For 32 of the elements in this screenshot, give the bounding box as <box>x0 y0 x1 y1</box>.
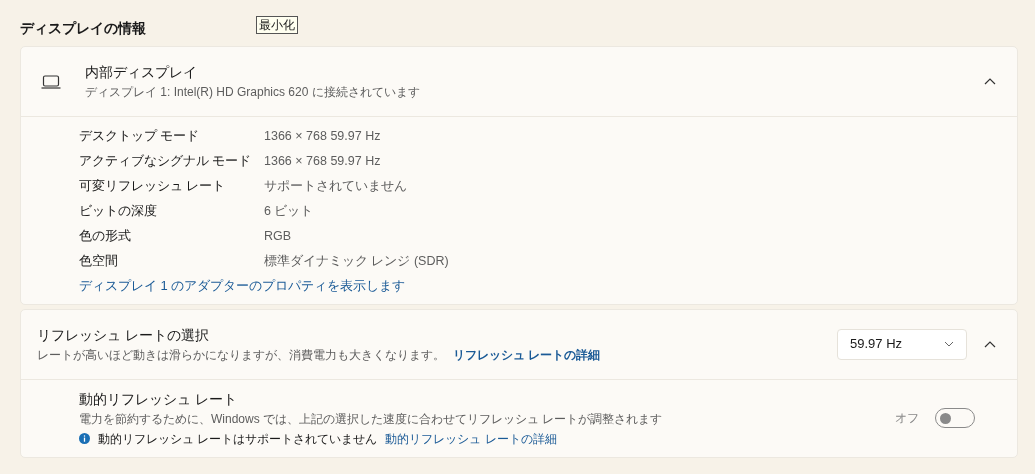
laptop-icon <box>41 74 61 89</box>
property-label: 可変リフレッシュ レート <box>79 178 227 196</box>
property-value: 6 ビット <box>264 203 314 221</box>
tooltip: 最小化 <box>256 16 298 34</box>
property-label: 色の形式 <box>79 228 132 246</box>
info-message: 動的リフレッシュ レートはサポートされていません <box>98 430 378 448</box>
toggle-label: オフ <box>895 410 919 427</box>
section-title: ディスプレイの情報 <box>20 20 146 36</box>
refresh-rate-title: リフレッシュ レートの選択 <box>37 325 210 345</box>
dynamic-refresh-link[interactable]: 動的リフレッシュ レートの詳細 <box>385 429 557 448</box>
info-icon <box>79 433 90 444</box>
property-value: サポートされていません <box>264 178 407 196</box>
property-value: 標準ダイナミック レンジ (SDR) <box>264 253 449 271</box>
chevron-up-icon <box>984 340 996 348</box>
refresh-rate-link[interactable]: リフレッシュ レートの詳細 <box>453 345 601 364</box>
property-value: 1366 × 768 59.97 Hz <box>264 153 381 171</box>
adapter-properties-link[interactable]: ディスプレイ 1 のアダプターのプロパティを表示します <box>79 276 406 296</box>
display-subtitle: ディスプレイ 1: Intel(R) HD Graphics 620 に接続されています <box>85 84 421 101</box>
property-label: 色空間 <box>79 253 119 271</box>
dropdown-value: 59.97 Hz <box>850 335 903 354</box>
property-value: 1366 × 768 59.97 Hz <box>264 128 381 146</box>
property-label: アクティブなシグナル モード <box>79 153 253 171</box>
property-value: RGB <box>264 228 292 246</box>
dynamic-refresh-description: 電力を節約するために、Windows では、上記の選択した速度に合わせてリフレッシュ レートが調整されます <box>79 410 664 428</box>
property-label: ビットの深度 <box>79 203 158 221</box>
refresh-rate-description: レートが高いほど動きは滑らかになりますが、消費電力も大きくなります。 <box>37 346 445 364</box>
caret-icon <box>944 341 954 347</box>
dynamic-refresh-title: 動的リフレッシュ レート <box>79 389 238 409</box>
chevron-up-icon <box>984 78 996 85</box>
refresh-rate-dropdown[interactable]: 59.97 Hz <box>837 328 967 360</box>
display-name: 内部ディスプレイ <box>85 63 198 82</box>
property-label: デスクトップ モード <box>79 128 201 146</box>
